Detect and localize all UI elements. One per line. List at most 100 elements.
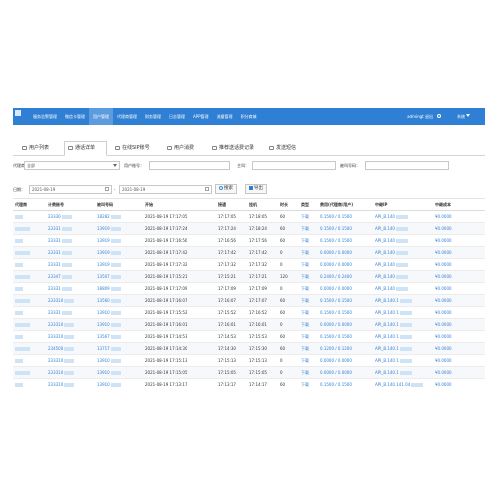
tab-item[interactable]: 通话详单 <box>64 141 107 156</box>
date-to-input[interactable]: 2021-08-19 <box>119 185 212 194</box>
redaction-bar <box>15 287 23 291</box>
table-row[interactable]: 23331 13919 2021-08-19 17:17:42 17:17:42 17:… <box>13 247 485 259</box>
column-header[interactable]: 被叫号码 <box>97 199 113 210</box>
current-user[interactable]: admingt 退出 <box>407 108 433 125</box>
proxy-select[interactable]: 全部 <box>24 161 120 170</box>
table-cell[interactable]: 23331 <box>48 223 72 234</box>
table-cell[interactable]: 13910 <box>97 307 121 318</box>
table-cell[interactable]: 23331 <box>48 235 72 246</box>
cell-value: 下载 <box>301 358 309 363</box>
table-cell[interactable]: 23331 <box>48 283 72 294</box>
table-row[interactable]: 23331 13910 2021-08-19 17:15:52 17:15:52 17:… <box>13 307 485 319</box>
table-cell[interactable]: 13910 <box>97 355 121 366</box>
tab-item[interactable]: 推荐送话费记录 <box>209 142 262 155</box>
column-header[interactable]: 时长 <box>280 199 288 210</box>
table-row[interactable]: 23331 18809 2021-08-19 17:17:09 17:17:09 17:… <box>13 283 485 295</box>
table-row[interactable]: 23331 13919 2021-08-19 17:17:24 17:17:24 17:… <box>13 223 485 235</box>
table-row[interactable]: 23331 13919 2021-08-19 17:16:56 17:16:56 17:… <box>13 235 485 247</box>
tab-item[interactable]: 用户消费 <box>164 142 203 155</box>
table-cell[interactable]: 233310 <box>48 367 75 378</box>
table-cell[interactable]: 233310 <box>48 379 75 390</box>
table-cell[interactable]: 23331 <box>48 247 72 258</box>
cell-value: 17:14:53 <box>218 334 236 339</box>
column-header[interactable]: 中继成本 <box>435 199 451 210</box>
tab-item[interactable]: 在线SIP账号 <box>112 142 159 155</box>
cell-value: 0.1500 / 0.1500 <box>320 298 352 303</box>
search-button[interactable]: 搜索 <box>215 184 237 194</box>
column-header[interactable]: 挂机 <box>249 199 257 210</box>
tab-label: 在线SIP账号 <box>122 145 150 151</box>
cell-value: 233310 <box>48 322 64 327</box>
table-cell[interactable]: 23347 <box>48 271 72 282</box>
nav-menu-item[interactable]: APP管理 <box>189 108 213 125</box>
table-row[interactable]: 23331 13919 2021-08-19 17:17:32 17:17:32 17:… <box>13 259 485 271</box>
column-header[interactable]: 计费账号 <box>48 199 64 210</box>
cell-value: 下载 <box>301 310 309 315</box>
table-row[interactable]: 233310 13910 2021-08-19 17:15:05 17:15:05 17… <box>13 367 485 379</box>
column-header[interactable]: 费用(代理商/用户) <box>320 199 353 210</box>
cell-value: 234500 <box>48 346 64 351</box>
export-button[interactable]: 导出 <box>245 184 267 194</box>
column-header[interactable]: 代理商 <box>15 199 27 210</box>
logout-icon[interactable] <box>437 114 441 118</box>
table-row[interactable]: 233310 13910 2021-08-19 17:15:13 17:15:13 17… <box>13 355 485 367</box>
nav-menu-item[interactable]: 日志管理 <box>165 108 189 125</box>
table-cell: ¥0.0000 <box>435 355 452 366</box>
table-cell[interactable]: 18809 <box>97 283 121 294</box>
column-header[interactable]: 中继IP <box>375 199 387 210</box>
table-cell[interactable]: 23330 <box>48 211 72 222</box>
nav-menu-item[interactable]: 代理商管理 <box>113 108 141 125</box>
table-row[interactable]: 234500 13717 2021-08-19 17:14:30 17:14:30 17… <box>13 343 485 355</box>
table-cell[interactable]: 13910 <box>97 367 121 378</box>
table-row[interactable]: 23347 13507 2021-08-19 17:15:21 17:15:21 17:… <box>13 271 485 283</box>
chevron-down-icon <box>113 164 117 167</box>
table-row[interactable]: 233310 13567 2021-08-19 17:14:53 17:14:53 17… <box>13 331 485 343</box>
nav-menu-item[interactable]: 财务管理 <box>141 108 165 125</box>
system-menu[interactable]: 系统 <box>457 108 465 125</box>
column-header[interactable]: 开始 <box>145 199 153 210</box>
account-input[interactable] <box>149 161 230 170</box>
table-cell[interactable]: 13910 <box>97 379 121 390</box>
table-cell: 17:17:05 <box>218 211 236 222</box>
table-cell[interactable]: 233310 <box>48 319 75 330</box>
column-header[interactable]: 类型 <box>301 199 309 210</box>
table-cell: 2021-08-19 17:15:13 <box>145 355 187 366</box>
table-cell[interactable]: 13910 <box>97 319 121 330</box>
table-cell[interactable]: 23331 <box>48 259 72 270</box>
table-cell: API_B.140.1 <box>375 331 412 342</box>
table-cell: 下载 <box>301 331 309 342</box>
table-cell[interactable]: 13919 <box>97 247 121 258</box>
table-cell[interactable]: 13919 <box>97 235 121 246</box>
table-cell[interactable]: 23331 <box>48 307 72 318</box>
table-cell[interactable]: 13919 <box>97 259 121 270</box>
date-from-input[interactable]: 2021-08-19 <box>29 185 112 194</box>
table-cell[interactable]: 233310 <box>48 331 75 342</box>
table-row[interactable]: 233310 13910 2021-08-19 17:16:01 17:16:01 17… <box>13 319 485 331</box>
table-cell[interactable]: 233310 <box>48 355 75 366</box>
redaction-bar <box>61 215 72 219</box>
nav-menu-item[interactable]: 微信卡管理 <box>61 108 89 125</box>
caller-input[interactable] <box>252 161 336 170</box>
table-cell[interactable]: 13560 <box>97 295 121 306</box>
tab-item[interactable]: 用户列表 <box>19 142 58 155</box>
table-cell: API_B.140.1 <box>375 367 412 378</box>
table-row[interactable]: 23330 18282 2021-08-19 17:17:05 17:17:05 17:… <box>13 211 485 223</box>
table-cell[interactable]: 13567 <box>97 331 121 342</box>
nav-menu-item[interactable]: 用户管理 <box>89 108 113 125</box>
called-number-label: 被叫号码： <box>340 163 360 168</box>
nav-menu-item[interactable]: 积分商城 <box>237 108 261 125</box>
nav-menu-item[interactable]: 服务告警管理 <box>29 108 61 125</box>
table-cell[interactable]: 13507 <box>97 271 121 282</box>
table-cell[interactable]: 234500 <box>48 343 75 354</box>
table-cell[interactable]: 13717 <box>97 343 121 354</box>
table-row[interactable]: 233310 13910 2021-08-19 17:13:17 17:13:17 17… <box>13 379 485 390</box>
nav-menu-item[interactable]: 流量管理 <box>213 108 237 125</box>
table-cell[interactable]: 233310 <box>48 295 75 306</box>
table-row[interactable]: 233310 13560 2021-08-19 17:16:07 17:16:07 17… <box>13 295 485 307</box>
table-cell[interactable]: 18282 <box>97 211 121 222</box>
table-cell[interactable]: 13919 <box>97 223 121 234</box>
redaction-bar <box>15 347 30 351</box>
tab-item[interactable]: 发送短信 <box>266 142 305 155</box>
column-header[interactable]: 接通 <box>218 199 226 210</box>
called-number-input[interactable] <box>365 161 449 170</box>
